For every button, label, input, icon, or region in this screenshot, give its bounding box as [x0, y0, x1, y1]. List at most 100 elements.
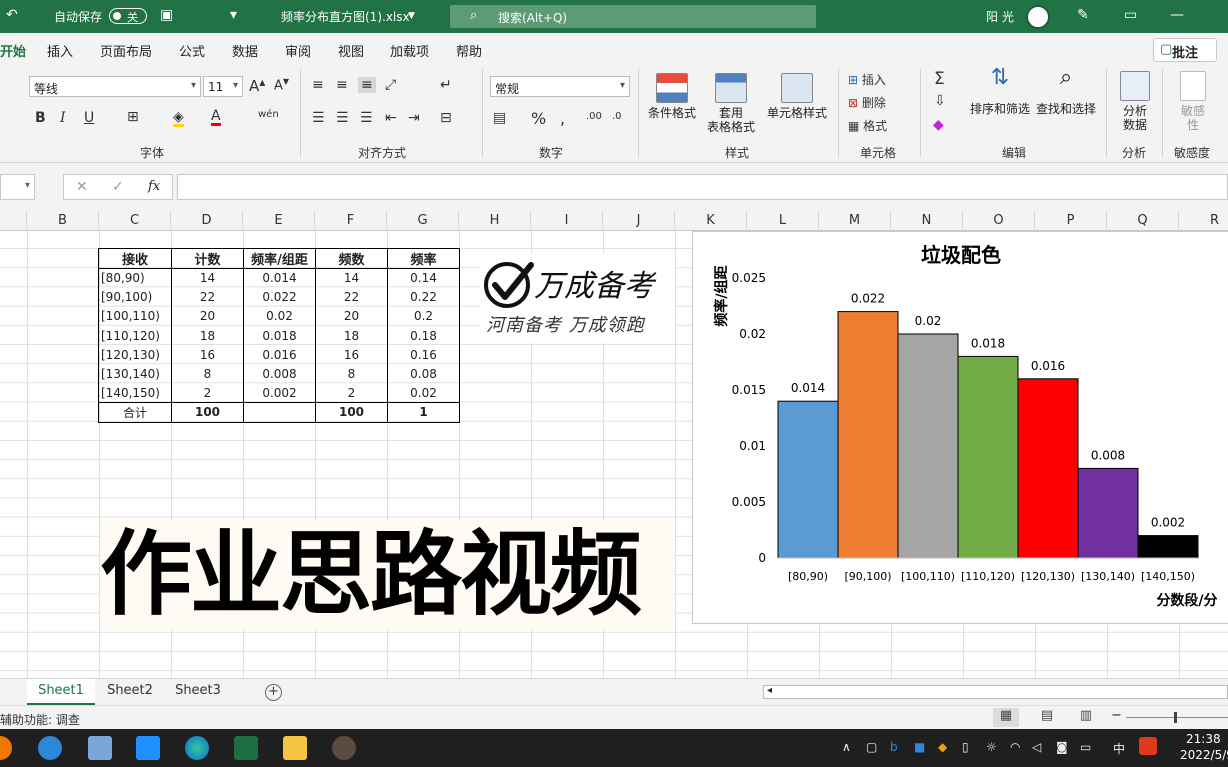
- table-cell[interactable]: 2: [171, 383, 244, 403]
- delete-cells-button[interactable]: ⊠ 删除: [848, 94, 886, 111]
- normal-view-icon[interactable]: ▦: [993, 708, 1019, 727]
- column-header[interactable]: P: [1035, 211, 1107, 231]
- number-format-combo[interactable]: 常规 ▾: [490, 76, 630, 97]
- table-cell[interactable]: 0.22: [387, 287, 460, 307]
- scroll-left-icon[interactable]: ◂: [767, 685, 772, 696]
- table-cell[interactable]: 14: [171, 267, 244, 288]
- column-header[interactable]: F: [315, 211, 387, 231]
- decrease-font-icon[interactable]: A▼: [274, 77, 289, 93]
- table-header-cell[interactable]: 频率/组距: [243, 248, 316, 269]
- decrease-indent-icon[interactable]: ⇤: [385, 110, 397, 126]
- table-cell[interactable]: [110,120): [98, 326, 172, 346]
- app-icon[interactable]: [136, 736, 160, 760]
- clear-icon[interactable]: ◆: [933, 117, 944, 133]
- column-header[interactable]: D: [171, 211, 243, 231]
- table-cell[interactable]: 100: [315, 402, 388, 423]
- align-left-icon[interactable]: ☰: [312, 110, 325, 126]
- format-cells-button[interactable]: ▦ 格式: [848, 117, 887, 134]
- tab-review[interactable]: 审阅: [285, 41, 311, 60]
- keyboard-icon[interactable]: ▭: [1080, 740, 1091, 754]
- accessibility-status[interactable]: 辅助功能: 调查: [0, 711, 80, 728]
- table-cell[interactable]: 0.18: [387, 326, 460, 346]
- histogram-chart[interactable]: 垃圾配色 频率/组距 分数段/分 0 0.005 0.01 0.015 0.02 0.02…: [692, 231, 1228, 624]
- wrap-text-icon[interactable]: ↵: [440, 77, 452, 93]
- formula-input[interactable]: [177, 174, 1228, 200]
- table-cell[interactable]: 0.014: [243, 267, 316, 288]
- table-cell[interactable]: 0.02: [387, 383, 460, 403]
- comment-button[interactable]: ▢ 批注: [1153, 38, 1217, 62]
- table-header-cell[interactable]: 接收: [98, 248, 172, 269]
- table-cell[interactable]: 0.016: [243, 345, 316, 365]
- cell-styles-button[interactable]: 单元格样式: [765, 73, 829, 120]
- table-cell[interactable]: [243, 402, 316, 423]
- chart-bar[interactable]: [1017, 378, 1079, 559]
- table-cell[interactable]: 16: [315, 345, 388, 365]
- page-layout-view-icon[interactable]: ▤: [1034, 708, 1060, 727]
- chart-bar[interactable]: [957, 355, 1019, 559]
- chart-bar[interactable]: [897, 333, 959, 559]
- tab-data[interactable]: 数据: [232, 41, 258, 60]
- increase-indent-icon[interactable]: ⇥: [408, 110, 420, 126]
- align-right-icon[interactable]: ☰: [360, 110, 373, 126]
- column-header[interactable]: E: [243, 211, 315, 231]
- table-cell[interactable]: 18: [315, 326, 388, 346]
- wifi-icon[interactable]: ◠: [1010, 740, 1020, 754]
- column-header[interactable]: R: [1179, 211, 1228, 231]
- chart-bar[interactable]: [777, 400, 839, 559]
- align-bottom-icon[interactable]: ≡: [358, 77, 376, 93]
- table-cell[interactable]: [100,110): [98, 306, 172, 327]
- app-icon[interactable]: [0, 736, 12, 760]
- table-cell[interactable]: 0.16: [387, 345, 460, 365]
- tab-page-layout[interactable]: 页面布局: [100, 41, 152, 60]
- underline-icon[interactable]: U: [84, 110, 94, 126]
- minimize-icon[interactable]: —: [1170, 7, 1184, 23]
- table-cell[interactable]: 14: [315, 267, 388, 288]
- volume-icon[interactable]: ◁: [1032, 740, 1041, 754]
- tray-icon[interactable]: b: [890, 740, 898, 754]
- table-cell[interactable]: [130,140): [98, 364, 172, 384]
- sheet-tab-sheet3[interactable]: Sheet3: [165, 679, 231, 705]
- column-header[interactable]: K: [675, 211, 747, 231]
- cancel-icon[interactable]: ✕: [76, 179, 88, 195]
- bold-icon[interactable]: B: [35, 110, 46, 126]
- table-cell[interactable]: 0.14: [387, 267, 460, 288]
- save-icon[interactable]: ▣: [160, 7, 173, 23]
- logo-image[interactable]: 万成备考 河南备考 万成领跑: [480, 253, 675, 343]
- conditional-format-button[interactable]: 条件格式: [645, 73, 699, 120]
- usb-icon[interactable]: ▯: [962, 740, 969, 754]
- font-name-combo[interactable]: 等线 ▾: [29, 76, 201, 97]
- tab-help[interactable]: 帮助: [456, 41, 482, 60]
- filename-dropdown-icon[interactable]: ▼: [408, 11, 415, 21]
- excel-icon[interactable]: [234, 736, 258, 760]
- percent-icon[interactable]: %: [531, 109, 546, 128]
- table-cell[interactable]: 1: [387, 402, 460, 423]
- table-cell[interactable]: 合计: [98, 402, 172, 423]
- app-icon[interactable]: [88, 736, 112, 760]
- app-icon[interactable]: [38, 736, 62, 760]
- app-icon[interactable]: [332, 736, 356, 760]
- column-header[interactable]: G: [387, 211, 459, 231]
- tray-icon[interactable]: ◆: [938, 740, 947, 754]
- merge-center-icon[interactable]: ⊟: [440, 110, 452, 126]
- comma-style-icon[interactable]: ,: [560, 109, 565, 128]
- tab-addins[interactable]: 加载项: [390, 41, 429, 60]
- autosum-icon[interactable]: Σ: [934, 69, 945, 89]
- orientation-icon[interactable]: ⤢: [385, 77, 396, 93]
- table-cell[interactable]: [120,130): [98, 345, 172, 365]
- tray-icon[interactable]: ▢: [866, 740, 877, 754]
- column-header[interactable]: B: [27, 211, 99, 231]
- user-avatar[interactable]: [1026, 5, 1050, 29]
- chart-bar[interactable]: [1137, 535, 1199, 559]
- tab-view[interactable]: 视图: [338, 41, 364, 60]
- increase-font-icon[interactable]: A▲: [249, 77, 265, 95]
- table-cell[interactable]: 20: [315, 306, 388, 327]
- tray-icon[interactable]: ■: [914, 740, 925, 754]
- align-middle-icon[interactable]: ≡: [336, 77, 348, 93]
- undo-icon[interactable]: ↶: [6, 7, 18, 23]
- font-color-icon[interactable]: A: [211, 109, 221, 126]
- table-cell[interactable]: 22: [315, 287, 388, 307]
- chart-bar[interactable]: [837, 311, 899, 559]
- column-header[interactable]: Q: [1107, 211, 1179, 231]
- edge-icon[interactable]: [185, 736, 209, 760]
- column-header[interactable]: M: [819, 211, 891, 231]
